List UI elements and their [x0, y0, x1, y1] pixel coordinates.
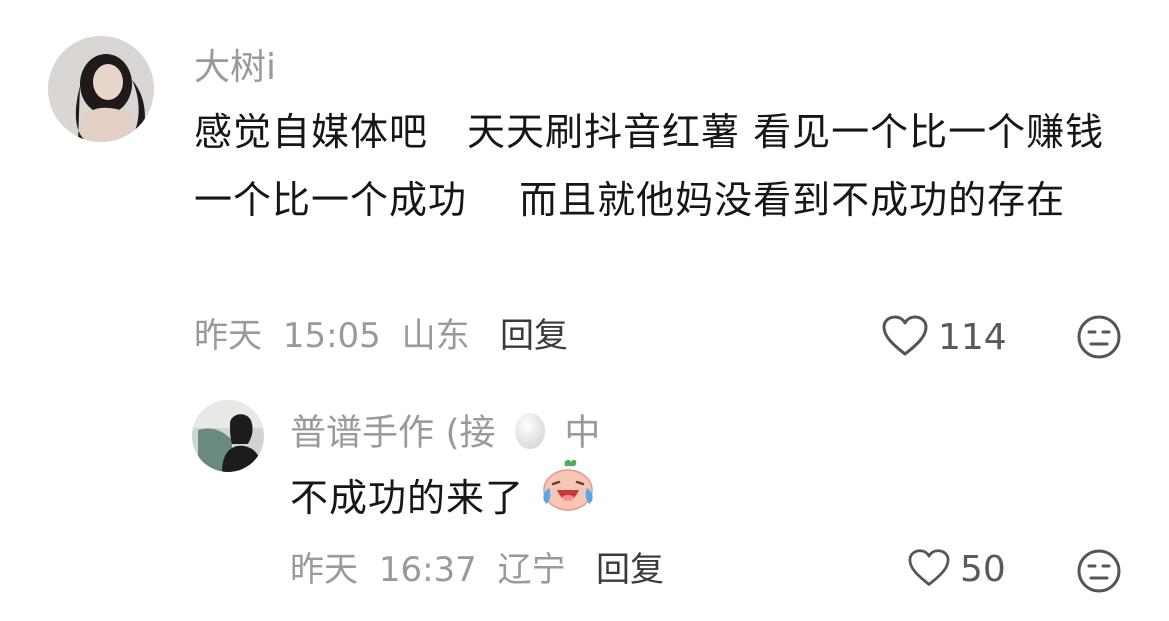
reply-text-body: 不成功的来了	[290, 476, 525, 520]
reply-username[interactable]: 普谱手作 (接 中	[290, 408, 600, 461]
crying-laughing-sticker-icon	[539, 458, 597, 535]
comment-location: 山东	[401, 316, 470, 356]
reply-button[interactable]: 回复	[500, 314, 568, 358]
reply-item: 普谱手作 (接 中 不成功的来了 昨天 16:37 辽宁 回复 50	[0, 390, 1169, 621]
reply-location: 辽宁	[497, 550, 566, 590]
comment-meta: 昨天 15:05 山东	[194, 314, 470, 358]
heart-outline-icon	[906, 548, 952, 592]
reply-username-suffix: 中	[564, 412, 601, 454]
reply-reply-button[interactable]: 回复	[596, 548, 664, 592]
comment-text: 感觉自媒体吧 天天刷抖音红薯 看见一个比一个赚钱一个比一个成功 而且就他妈没看到…	[194, 110, 1105, 222]
comment-item: 大树i 感觉自媒体吧 天天刷抖音红薯 看见一个比一个赚钱一个比一个成功 而且就他…	[0, 0, 1169, 380]
egg-icon	[513, 408, 547, 461]
dislike-button[interactable]	[1076, 314, 1122, 364]
meh-face-icon	[1076, 315, 1122, 364]
reply-like-count: 50	[960, 549, 1006, 590]
reply-date: 昨天	[290, 550, 358, 590]
reply-meta: 昨天 16:37 辽宁	[290, 548, 566, 592]
heart-outline-icon	[880, 314, 930, 362]
reply-like-button[interactable]: 50	[906, 548, 1006, 592]
reply-dislike-button[interactable]	[1076, 548, 1122, 598]
avatar[interactable]	[48, 36, 154, 142]
comment-time: 15:05	[282, 316, 381, 356]
reply-time: 16:37	[378, 550, 477, 590]
comment-username[interactable]: 大树i	[194, 46, 276, 90]
comment-date: 昨天	[194, 316, 262, 356]
meh-face-icon	[1076, 549, 1122, 598]
reply-text: 不成功的来了	[290, 459, 597, 535]
reply-username-text: 普谱手作 (接	[290, 412, 496, 454]
like-button[interactable]: 114	[880, 314, 1007, 362]
reply-avatar[interactable]	[192, 400, 264, 472]
like-count: 114	[938, 317, 1007, 358]
